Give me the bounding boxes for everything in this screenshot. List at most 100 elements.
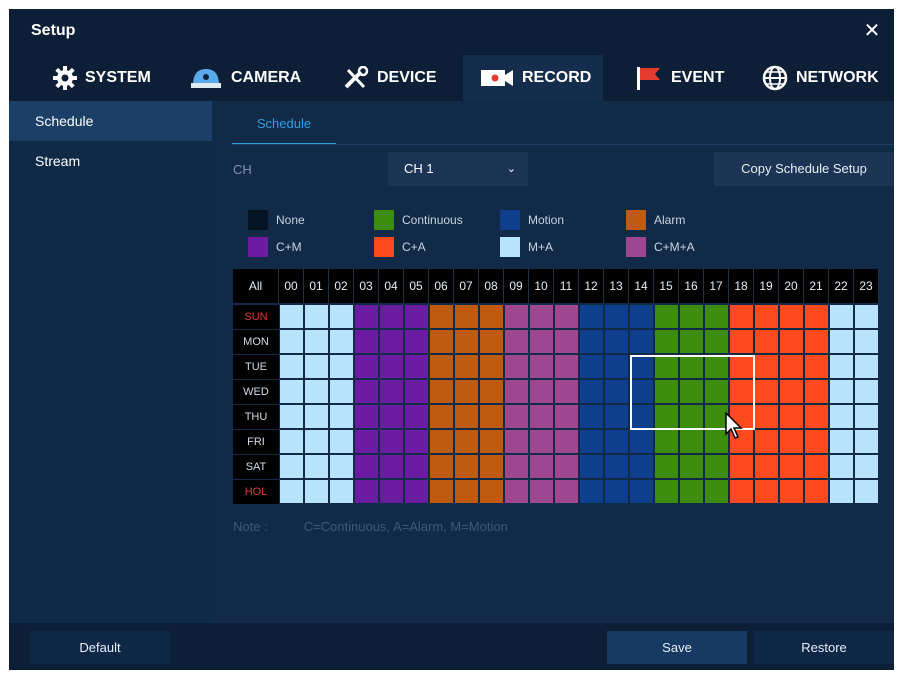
day-label[interactable]: WED [233,380,279,404]
schedule-cell[interactable] [855,330,878,353]
hour-header[interactable]: 22 [829,269,854,303]
schedule-cell[interactable] [430,430,453,453]
schedule-cell[interactable] [530,355,553,378]
hour-header[interactable]: 03 [354,269,379,303]
day-label[interactable]: TUE [233,355,279,379]
schedule-cell[interactable] [580,405,603,428]
schedule-cell[interactable] [505,405,528,428]
schedule-cell[interactable] [580,380,603,403]
schedule-cell[interactable] [655,455,678,478]
schedule-cell[interactable] [430,355,453,378]
tab-camera[interactable]: CAMERA [189,55,301,101]
schedule-cell[interactable] [780,355,803,378]
schedule-cell[interactable] [780,455,803,478]
schedule-cell[interactable] [280,430,303,453]
schedule-cell[interactable] [280,305,303,328]
hour-header[interactable]: 15 [654,269,679,303]
schedule-cell[interactable] [405,430,428,453]
schedule-cell[interactable] [605,355,628,378]
hour-header[interactable]: 12 [579,269,604,303]
schedule-cell[interactable] [480,455,503,478]
schedule-cell[interactable] [505,455,528,478]
schedule-cell[interactable] [355,480,378,503]
schedule-cell[interactable] [555,355,578,378]
hour-header[interactable]: 13 [604,269,629,303]
schedule-cell[interactable] [830,305,853,328]
select-all-button[interactable]: All [233,269,279,303]
schedule-cell[interactable] [305,330,328,353]
schedule-cell[interactable] [855,455,878,478]
schedule-cell[interactable] [755,380,778,403]
hour-header[interactable]: 10 [529,269,554,303]
schedule-cell[interactable] [355,430,378,453]
schedule-cell[interactable] [580,480,603,503]
schedule-cell[interactable] [730,480,753,503]
schedule-cell[interactable] [605,430,628,453]
schedule-cell[interactable] [655,305,678,328]
schedule-cell[interactable] [755,405,778,428]
schedule-cell[interactable] [855,480,878,503]
schedule-cell[interactable] [855,380,878,403]
schedule-cell[interactable] [280,355,303,378]
schedule-cell[interactable] [680,405,703,428]
schedule-cell[interactable] [555,430,578,453]
schedule-cell[interactable] [855,430,878,453]
close-icon[interactable]: ✕ [860,19,884,43]
schedule-cell[interactable] [380,430,403,453]
schedule-cell[interactable] [805,430,828,453]
schedule-cell[interactable] [405,455,428,478]
hour-header[interactable]: 09 [504,269,529,303]
schedule-cell[interactable] [280,405,303,428]
schedule-cell[interactable] [680,355,703,378]
tab-system[interactable]: SYSTEM [53,55,151,101]
schedule-cell[interactable] [305,380,328,403]
schedule-cell[interactable] [305,455,328,478]
hour-header[interactable]: 19 [754,269,779,303]
schedule-cell[interactable] [655,480,678,503]
schedule-cell[interactable] [805,380,828,403]
schedule-cell[interactable] [805,405,828,428]
schedule-cell[interactable] [830,480,853,503]
schedule-cell[interactable] [305,480,328,503]
hour-header[interactable]: 18 [729,269,754,303]
schedule-cell[interactable] [530,405,553,428]
schedule-cell[interactable] [705,480,728,503]
hour-header[interactable]: 05 [404,269,429,303]
schedule-cell[interactable] [355,330,378,353]
schedule-cell[interactable] [455,305,478,328]
hour-header[interactable]: 17 [704,269,729,303]
schedule-cell[interactable] [830,330,853,353]
schedule-cell[interactable] [530,480,553,503]
schedule-cell[interactable] [705,305,728,328]
hour-header[interactable]: 04 [379,269,404,303]
hour-header[interactable]: 11 [554,269,579,303]
schedule-cell[interactable] [455,480,478,503]
hour-header[interactable]: 08 [479,269,504,303]
schedule-cell[interactable] [405,480,428,503]
schedule-cell[interactable] [630,405,653,428]
schedule-cell[interactable] [780,430,803,453]
schedule-cell[interactable] [580,305,603,328]
hour-header[interactable]: 14 [629,269,654,303]
schedule-cell[interactable] [455,380,478,403]
schedule-cell[interactable] [780,330,803,353]
day-label[interactable]: THU [233,405,279,429]
schedule-cell[interactable] [555,380,578,403]
schedule-cell[interactable] [755,330,778,353]
schedule-cell[interactable] [580,430,603,453]
schedule-cell[interactable] [680,330,703,353]
schedule-cell[interactable] [805,330,828,353]
hour-header[interactable]: 16 [679,269,704,303]
schedule-cell[interactable] [530,455,553,478]
schedule-cell[interactable] [755,305,778,328]
schedule-cell[interactable] [480,430,503,453]
schedule-cell[interactable] [780,380,803,403]
schedule-cell[interactable] [355,355,378,378]
schedule-cell[interactable] [630,480,653,503]
schedule-cell[interactable] [630,355,653,378]
schedule-cell[interactable] [655,430,678,453]
schedule-cell[interactable] [430,305,453,328]
schedule-cell[interactable] [505,330,528,353]
schedule-cell[interactable] [405,330,428,353]
tab-network[interactable]: NETWORK [762,55,879,101]
